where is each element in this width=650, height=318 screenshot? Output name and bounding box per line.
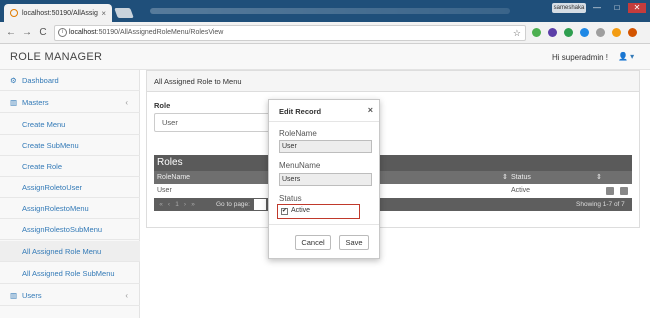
goto-page-input[interactable] bbox=[254, 199, 266, 210]
main-panel: All Assigned Role to Menu Role User Role… bbox=[146, 70, 640, 228]
profile-chip[interactable]: sameshaka bbox=[552, 3, 586, 13]
sidebar-item-create-role[interactable]: Create Role bbox=[0, 156, 140, 177]
app-header: ROLE MANAGER Hi superadmin ! 👤 ▾ bbox=[0, 44, 650, 70]
tab-title: localhost:50190/AllAssig bbox=[22, 9, 98, 17]
modal-title: Edit Record bbox=[279, 107, 322, 116]
extension-icon[interactable] bbox=[532, 28, 541, 37]
other-tabs bbox=[150, 8, 510, 14]
chart-icon: ▥ bbox=[10, 291, 18, 300]
role-select[interactable]: User bbox=[154, 113, 272, 132]
url-path: :50190/AllAssignedRoleMenu/RolesView bbox=[96, 29, 224, 36]
edit-icon[interactable] bbox=[606, 187, 614, 195]
sidebar-item-assign-roles-to-submenu[interactable]: AssignRolestoSubMenu bbox=[0, 219, 140, 240]
extension-icon[interactable] bbox=[548, 28, 557, 37]
sidebar-item-label: Users bbox=[22, 291, 42, 300]
menuname-field[interactable]: Users bbox=[279, 173, 372, 186]
sidebar-item-create-menu[interactable]: Create Menu bbox=[0, 114, 140, 135]
sidebar-item-assign-roles-to-menu[interactable]: AssignRolestoMenu bbox=[0, 198, 140, 219]
dashboard-icon: ⚙ bbox=[10, 76, 17, 85]
pager-summary: Showing 1-7 of 7 bbox=[576, 201, 625, 208]
sort-icon[interactable]: ⇕ bbox=[502, 171, 508, 184]
sidebar-item-masters[interactable]: ▥ Masters ‹ bbox=[0, 92, 140, 113]
browser-tab[interactable]: localhost:50190/AllAssig × bbox=[4, 4, 112, 22]
maximize-button[interactable]: □ bbox=[608, 3, 626, 13]
goto-label: Go to page: bbox=[216, 201, 250, 208]
app-brand[interactable]: ROLE MANAGER bbox=[10, 51, 102, 63]
browser-tab-bar: localhost:50190/AllAssig × sameshaka — □… bbox=[0, 0, 650, 22]
new-tab-button[interactable] bbox=[114, 8, 134, 18]
forward-icon[interactable]: → bbox=[20, 26, 34, 40]
edit-record-modal: Edit Record × RoleName User MenuName Use… bbox=[268, 99, 380, 259]
column-header-rolename[interactable]: RoleName bbox=[157, 171, 190, 184]
grid-pager: «‹ 1 ›» Go to page: Showing 1-7 of 7 bbox=[154, 198, 632, 211]
sidebar-item-all-assigned-role-submenu[interactable]: All Assigned Role SubMenu bbox=[0, 263, 140, 284]
chart-icon: ▥ bbox=[10, 98, 18, 107]
rolename-label: RoleName bbox=[279, 129, 317, 138]
delete-icon[interactable] bbox=[620, 187, 628, 195]
minimize-button[interactable]: — bbox=[588, 3, 606, 13]
back-icon[interactable]: ← bbox=[4, 26, 18, 40]
pager-page-button[interactable]: 1 bbox=[173, 198, 181, 211]
sort-icon[interactable]: ⇕ bbox=[596, 171, 602, 184]
menuname-label: MenuName bbox=[279, 161, 321, 170]
grid-title: Roles bbox=[154, 155, 632, 171]
active-checkbox[interactable]: ✔ bbox=[281, 208, 288, 215]
extension-icon[interactable] bbox=[580, 28, 589, 37]
modal-divider bbox=[269, 224, 379, 225]
sidebar-item-assign-role-to-user[interactable]: AssignRoletoUser bbox=[0, 177, 140, 198]
role-label: Role bbox=[154, 101, 171, 110]
info-icon[interactable]: i bbox=[58, 28, 67, 37]
sidebar-item-label: Dashboard bbox=[22, 76, 59, 85]
sidebar-item-label: Masters bbox=[22, 98, 49, 107]
favicon-icon bbox=[10, 9, 18, 17]
chevron-left-icon: ‹ bbox=[125, 98, 128, 107]
tab-close-icon[interactable]: × bbox=[101, 9, 106, 18]
column-header-status[interactable]: Status bbox=[511, 171, 531, 184]
pager-next-button[interactable]: › bbox=[181, 198, 189, 211]
pager-last-button[interactable]: » bbox=[189, 198, 197, 211]
cell-rolename: User bbox=[157, 187, 172, 194]
extension-icon[interactable] bbox=[612, 28, 621, 37]
sidebar-item-all-assigned-role-menu[interactable]: All Assigned Role Menu bbox=[0, 241, 140, 262]
chevron-left-icon: ‹ bbox=[125, 291, 128, 300]
reload-icon[interactable]: C bbox=[36, 26, 50, 40]
bookmark-star-icon[interactable]: ☆ bbox=[513, 26, 521, 40]
save-button[interactable]: Save bbox=[339, 235, 369, 250]
panel-title: All Assigned Role to Menu bbox=[147, 71, 639, 92]
sidebar-item-dashboard[interactable]: ⚙ Dashboard bbox=[0, 70, 140, 91]
user-menu-icon[interactable]: 👤 ▾ bbox=[618, 52, 634, 61]
url-input[interactable]: i localhost:50190/AllAssignedRoleMenu/Ro… bbox=[54, 25, 526, 41]
url-host: localhost bbox=[69, 29, 97, 36]
sidebar: ⚙ Dashboard ▥ Masters ‹ Create Menu Create… bbox=[0, 70, 140, 318]
cancel-button[interactable]: Cancel bbox=[295, 235, 331, 250]
roles-grid: Roles RoleName ⇕ Status ⇕ User Active «‹… bbox=[154, 155, 632, 211]
sidebar-item-create-submenu[interactable]: Create SubMenu bbox=[0, 135, 140, 156]
rolename-field[interactable]: User bbox=[279, 140, 372, 153]
cell-status: Active bbox=[511, 187, 531, 194]
extension-icon[interactable] bbox=[628, 28, 637, 37]
active-label[interactable]: Active bbox=[291, 207, 310, 214]
status-highlight-box: ✔ Active bbox=[277, 204, 360, 219]
extension-icon[interactable] bbox=[564, 28, 573, 37]
close-icon[interactable]: × bbox=[368, 105, 373, 115]
pager-first-button[interactable]: « bbox=[157, 198, 165, 211]
sidebar-item-users[interactable]: ▥ Users ‹ bbox=[0, 285, 140, 306]
user-greeting: Hi superadmin ! bbox=[552, 53, 609, 62]
grid-header-row: RoleName ⇕ Status ⇕ bbox=[154, 171, 632, 184]
pager-buttons: «‹ 1 ›» bbox=[157, 198, 197, 211]
status-label: Status bbox=[279, 194, 302, 203]
close-window-button[interactable]: ✕ bbox=[628, 3, 646, 13]
modal-header: Edit Record × bbox=[269, 100, 379, 122]
extension-icon[interactable] bbox=[596, 28, 605, 37]
pager-prev-button[interactable]: ‹ bbox=[165, 198, 173, 211]
table-row: User Active bbox=[154, 184, 632, 198]
